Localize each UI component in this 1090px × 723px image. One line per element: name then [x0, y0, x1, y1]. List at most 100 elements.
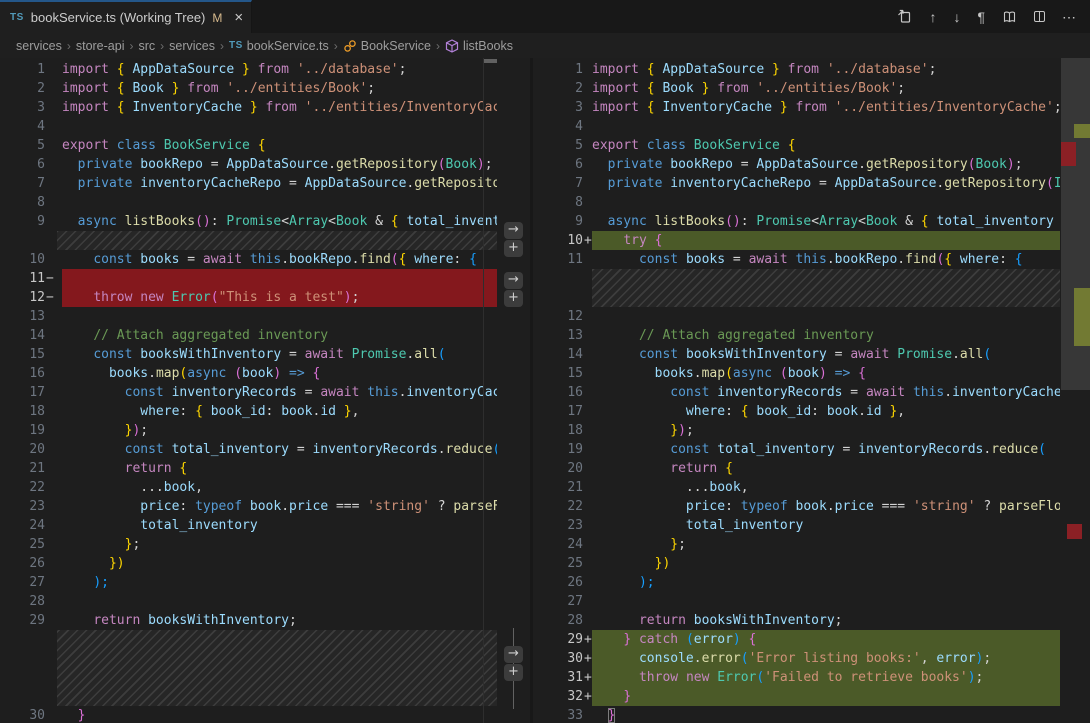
breadcrumb-src[interactable]: src	[138, 39, 155, 53]
code-line-33[interactable]: 33 }	[533, 706, 1090, 723]
book-icon[interactable]	[1002, 10, 1017, 24]
code-text: total_inventory	[592, 516, 1060, 535]
breadcrumb-method-listbooks[interactable]: listBooks	[445, 39, 513, 53]
code-line-27[interactable]: 27	[533, 592, 1090, 611]
close-icon[interactable]: ×	[231, 9, 246, 26]
line-number: 29	[0, 611, 45, 630]
code-line-28[interactable]: 28 return booksWithInventory;	[533, 611, 1090, 630]
code-line-4[interactable]: 4	[533, 117, 1090, 136]
code-line-23[interactable]: 23 total_inventory	[533, 516, 1090, 535]
code-line-7[interactable]: 7 private inventoryCacheRepo = AppDataSo…	[0, 174, 530, 193]
breadcrumb-services[interactable]: services	[16, 39, 62, 53]
code-line-24[interactable]: 24 };	[533, 535, 1090, 554]
stage-block-button[interactable]: +	[504, 240, 523, 257]
code-line-5[interactable]: 5export class BookService {	[533, 136, 1090, 155]
next-change-icon[interactable]: ↓	[953, 10, 960, 24]
code-line-22[interactable]: 22 price: typeof book.price === 'string'…	[533, 497, 1090, 516]
code-line-30[interactable]: 30+ console.error('Error listing books:'…	[533, 649, 1090, 668]
left-scrollbar-thumb[interactable]	[484, 59, 497, 63]
code-line-2[interactable]: 2import { Book } from '../entities/Book'…	[0, 79, 530, 98]
code-line-17[interactable]: 17 where: { book_id: book.id },	[533, 402, 1090, 421]
code-line-4[interactable]: 4	[0, 117, 530, 136]
code-line-15[interactable]: 15 const booksWithInventory = await Prom…	[0, 345, 530, 364]
code-line-27[interactable]: 27 );	[0, 573, 530, 592]
code-line-14[interactable]: 14 // Attach aggregated inventory	[0, 326, 530, 345]
code-line-26[interactable]: 26 );	[533, 573, 1090, 592]
breadcrumb-class-bookservice[interactable]: BookService	[343, 39, 431, 53]
code-line-12[interactable]: 12− throw new Error("This is a test");	[0, 288, 530, 307]
code-line-31[interactable]: 31+ throw new Error('Failed to retrieve …	[533, 668, 1090, 687]
code-line-29[interactable]: 29+ } catch (error) {	[533, 630, 1090, 649]
line-number: 22	[533, 497, 583, 516]
open-file-icon[interactable]	[897, 9, 912, 24]
code-line-10[interactable]: 10 const books = await this.bookRepo.fin…	[0, 250, 530, 269]
code-line-6[interactable]: 6 private bookRepo = AppDataSource.getRe…	[0, 155, 530, 174]
stage-block-button[interactable]: +	[504, 664, 523, 681]
code-line-26[interactable]: 26 })	[0, 554, 530, 573]
code-line-17[interactable]: 17 const inventoryRecords = await this.i…	[0, 383, 530, 402]
code-line-23[interactable]: 23 price: typeof book.price === 'string'…	[0, 497, 530, 516]
code-line-10[interactable]: 10+ try {	[533, 231, 1090, 250]
code-line-14[interactable]: 14 const booksWithInventory = await Prom…	[533, 345, 1090, 364]
code-line-20[interactable]: 20 const total_inventory = inventoryReco…	[0, 440, 530, 459]
diff-sign: +	[583, 231, 592, 250]
code-text	[62, 269, 497, 288]
code-line-8[interactable]: 8	[533, 193, 1090, 212]
code-line-18[interactable]: 18 });	[533, 421, 1090, 440]
code-line-11[interactable]: 11 const books = await this.bookRepo.fin…	[533, 250, 1090, 269]
code-line-12[interactable]: 12	[533, 307, 1090, 326]
code-line-13[interactable]: 13 // Attach aggregated inventory	[533, 326, 1090, 345]
code-line-24[interactable]: 24 total_inventory	[0, 516, 530, 535]
code-line-32[interactable]: 32+ }	[533, 687, 1090, 706]
code-line-9[interactable]: 9 async listBooks(): Promise<Array<Book …	[0, 212, 530, 231]
previous-change-icon[interactable]: ↑	[929, 10, 936, 24]
code-line-2[interactable]: 2import { Book } from '../entities/Book'…	[533, 79, 1090, 98]
code-line-16[interactable]: 16 const inventoryRecords = await this.i…	[533, 383, 1090, 402]
tab-bookservice[interactable]: TS bookService.ts (Working Tree) M ×	[0, 0, 252, 33]
code-line-13[interactable]: 13	[0, 307, 530, 326]
code-line-16[interactable]: 16 books.map(async (book) => {	[0, 364, 530, 383]
code-line-9[interactable]: 9 async listBooks(): Promise<Array<Book …	[533, 212, 1090, 231]
more-actions-icon[interactable]: ⋯	[1062, 10, 1076, 24]
code-line-22[interactable]: 22 ...book,	[0, 478, 530, 497]
revert-block-button[interactable]: →	[504, 272, 523, 289]
diff-sign	[583, 307, 592, 326]
split-editor-icon[interactable]	[1034, 11, 1045, 22]
code-line-3[interactable]: 3import { InventoryCache } from '../enti…	[533, 98, 1090, 117]
code-line-19[interactable]: 19 });	[0, 421, 530, 440]
code-line-25[interactable]: 25 };	[0, 535, 530, 554]
code-line-1[interactable]: 1import { AppDataSource } from '../datab…	[0, 60, 530, 79]
breadcrumb-services-2[interactable]: services	[169, 39, 215, 53]
code-line-8[interactable]: 8	[0, 193, 530, 212]
code-text: books.map(async (book) => {	[62, 364, 497, 383]
diff-sign	[45, 60, 57, 79]
class-symbol-icon	[343, 39, 357, 53]
line-number: 18	[0, 402, 45, 421]
code-text: books.map(async (book) => {	[592, 364, 1060, 383]
breadcrumb-store-api[interactable]: store-api	[76, 39, 125, 53]
code-line-20[interactable]: 20 return {	[533, 459, 1090, 478]
code-line-11[interactable]: 11−	[0, 269, 530, 288]
diff-sign	[583, 706, 592, 723]
code-line-30[interactable]: 30 }	[0, 706, 530, 723]
code-line-21[interactable]: 21 ...book,	[533, 478, 1090, 497]
code-line-21[interactable]: 21 return {	[0, 459, 530, 478]
revert-block-button[interactable]: →	[504, 222, 523, 239]
breadcrumb-file[interactable]: TS bookService.ts	[229, 39, 329, 53]
code-line-18[interactable]: 18 where: { book_id: book.id },	[0, 402, 530, 421]
stage-block-button[interactable]: +	[504, 290, 523, 307]
revert-block-button[interactable]: →	[504, 646, 523, 663]
code-line-28[interactable]: 28	[0, 592, 530, 611]
code-line-6[interactable]: 6 private bookRepo = AppDataSource.getRe…	[533, 155, 1090, 174]
code-line-19[interactable]: 19 const total_inventory = inventoryReco…	[533, 440, 1090, 459]
code-line-15[interactable]: 15 books.map(async (book) => {	[533, 364, 1090, 383]
diff-sign	[583, 98, 592, 117]
diff-sign	[583, 345, 592, 364]
code-line-3[interactable]: 3import { InventoryCache } from '../enti…	[0, 98, 530, 117]
code-line-5[interactable]: 5export class BookService {	[0, 136, 530, 155]
whitespace-toggle-icon[interactable]: ¶	[977, 10, 985, 24]
code-line-29[interactable]: 29 return booksWithInventory;	[0, 611, 530, 630]
code-line-7[interactable]: 7 private inventoryCacheRepo = AppDataSo…	[533, 174, 1090, 193]
code-line-25[interactable]: 25 })	[533, 554, 1090, 573]
code-line-1[interactable]: 1import { AppDataSource } from '../datab…	[533, 60, 1090, 79]
